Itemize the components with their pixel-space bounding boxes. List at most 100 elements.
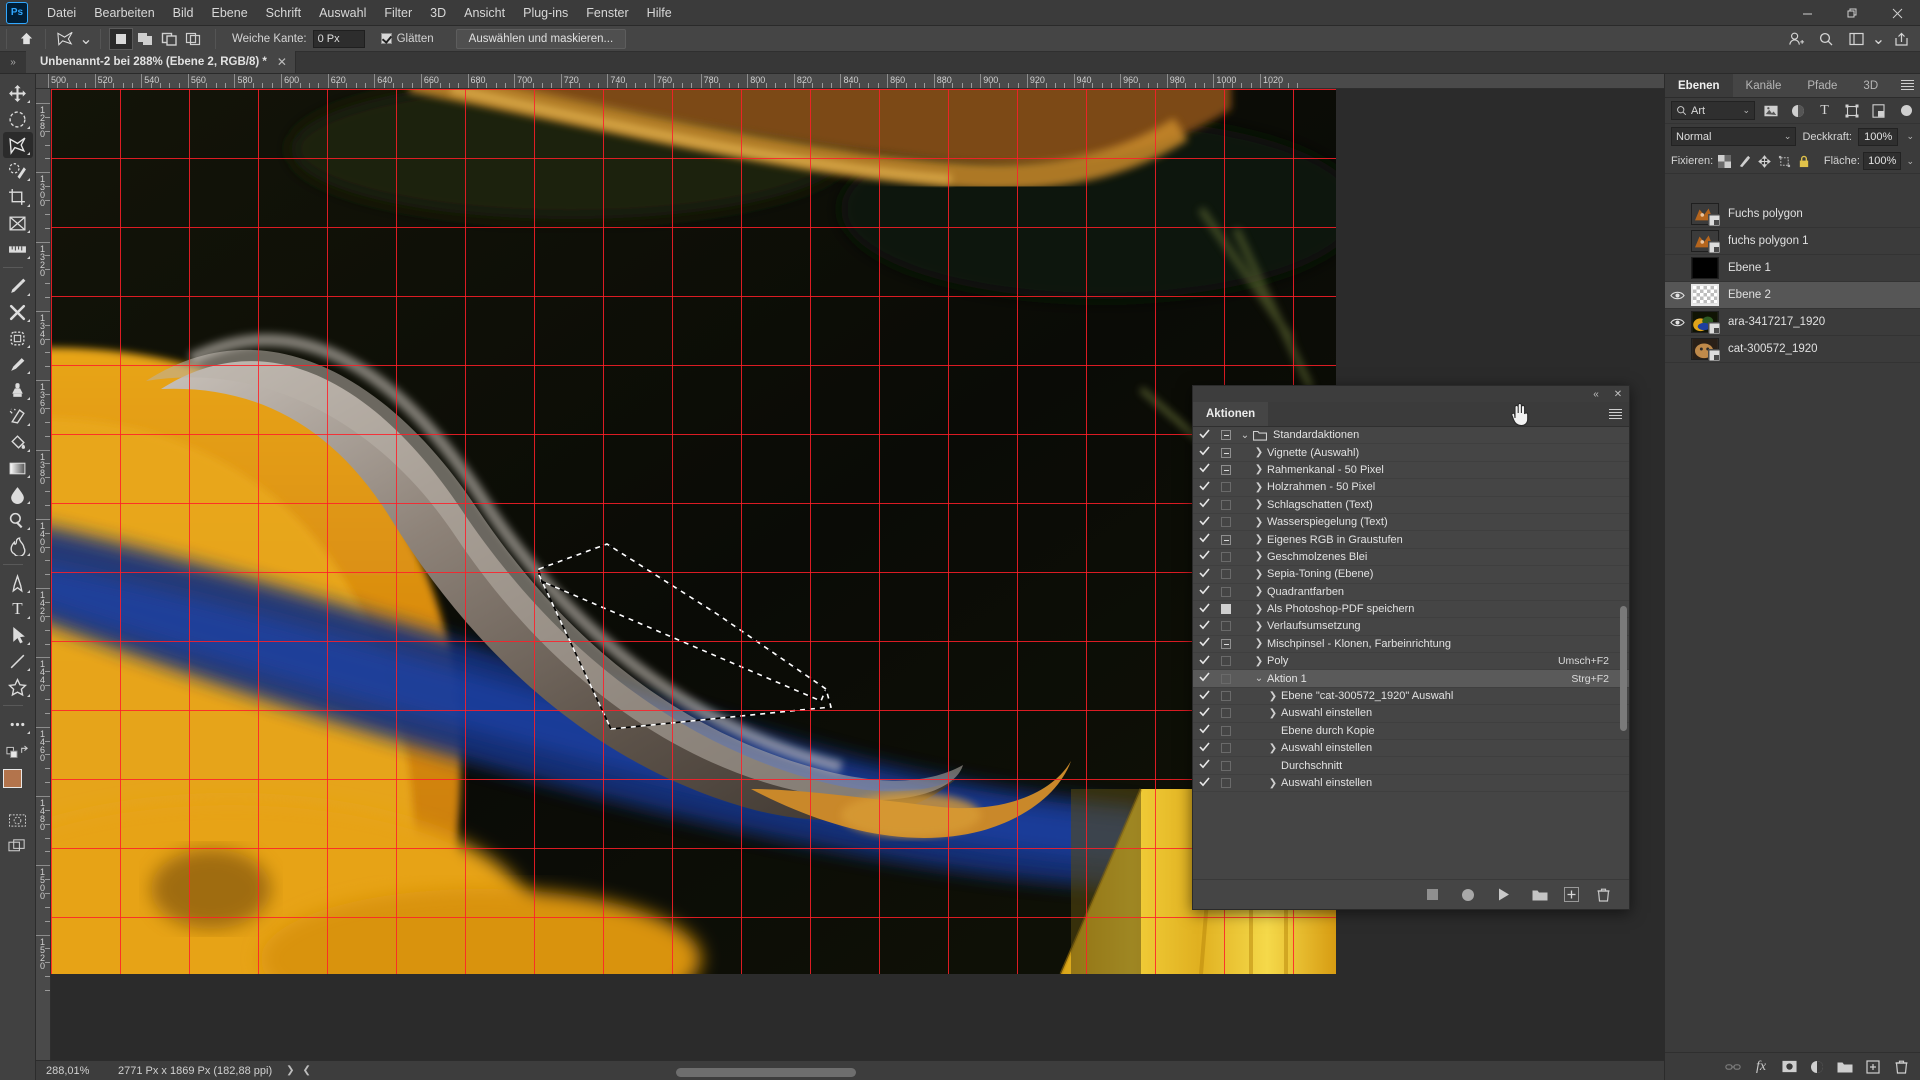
type-tool[interactable]: T <box>3 596 33 622</box>
fill-chevron-down-icon[interactable]: ⌄ <box>1906 156 1914 167</box>
action-disclosure-triangle-icon[interactable]: ❯ <box>1251 534 1267 545</box>
chevron-down-icon[interactable]: ⌄ <box>1742 105 1750 116</box>
ruler-tool[interactable] <box>3 236 33 262</box>
action-modal-toggle[interactable] <box>1215 604 1237 615</box>
lock-position-icon[interactable] <box>1756 152 1773 171</box>
action-enabled-check-icon[interactable] <box>1193 585 1215 598</box>
blend-mode-select[interactable]: Normal ⌄ <box>1671 127 1797 146</box>
layer-row[interactable]: cat-300572_1920 <box>1665 336 1920 363</box>
action-row[interactable]: ❯ Mischpinsel - Klonen, Farbeinrichtung <box>1193 636 1629 654</box>
panel-menu-icon[interactable] <box>1609 409 1622 420</box>
layer-name[interactable]: Ebene 1 <box>1728 262 1771 274</box>
minimize-button[interactable] <box>1785 0 1830 26</box>
line-tool[interactable] <box>3 648 33 674</box>
action-disclosure-triangle-icon[interactable]: ⌄ <box>1237 430 1253 441</box>
layer-visibility-eye-icon[interactable] <box>1665 201 1689 228</box>
layer-visibility-eye-icon[interactable] <box>1665 336 1689 363</box>
action-row[interactable]: ❯ Quadrantfarben <box>1193 584 1629 601</box>
record-icon[interactable] <box>1456 884 1480 906</box>
eraser-tool[interactable] <box>3 403 33 429</box>
pixel-filter-icon[interactable] <box>1759 101 1782 121</box>
action-modal-toggle[interactable] <box>1215 656 1237 667</box>
burn-tool[interactable] <box>3 533 33 559</box>
chevron-down-icon[interactable]: ⌄ <box>1784 131 1792 142</box>
action-enabled-check-icon[interactable] <box>1193 429 1215 442</box>
action-enabled-check-icon[interactable] <box>1193 533 1215 546</box>
action-row[interactable]: ❯ Verlaufsumsetzung <box>1193 618 1629 636</box>
modal-control-box[interactable] <box>1221 447 1231 458</box>
tab-pfade[interactable]: Pfade <box>1794 74 1850 97</box>
modal-control-box[interactable] <box>1221 725 1231 736</box>
action-disclosure-triangle-icon[interactable]: ❯ <box>1265 743 1281 754</box>
layer-thumbnail[interactable] <box>1691 284 1719 306</box>
layer-visibility-eye-icon[interactable] <box>1665 228 1689 255</box>
vertical-ruler[interactable]: 1 2 8 0 1 3 0 0 1 3 2 0 1 3 4 0 1 3 6 0 1 3 8… <box>36 89 51 1060</box>
modal-control-box[interactable] <box>1221 621 1231 632</box>
workspace-icon[interactable] <box>1841 28 1871 50</box>
tab-ebenen[interactable]: Ebenen <box>1665 74 1733 97</box>
menu-item-plug-ins[interactable]: Plug-ins <box>514 3 577 23</box>
status-prev-arrow-icon[interactable]: ❮ <box>303 1065 311 1076</box>
action-enabled-check-icon[interactable] <box>1193 707 1215 720</box>
path-selection-tool[interactable] <box>3 622 33 648</box>
action-disclosure-triangle-icon[interactable]: ❯ <box>1251 517 1267 528</box>
play-icon[interactable] <box>1492 884 1516 906</box>
image-artboard[interactable] <box>51 89 1336 974</box>
menu-item-bild[interactable]: Bild <box>164 3 203 23</box>
action-modal-toggle[interactable] <box>1215 569 1237 580</box>
menu-item-filter[interactable]: Filter <box>375 3 421 23</box>
tab-3d[interactable]: 3D <box>1850 74 1891 97</box>
paint-bucket-tool[interactable] <box>3 429 33 455</box>
clone-stamp-tool[interactable] <box>3 377 33 403</box>
menu-item-auswahl[interactable]: Auswahl <box>310 3 375 23</box>
tab-kanäle[interactable]: Kanäle <box>1733 74 1795 97</box>
polygonal-lasso-tool-icon[interactable] <box>52 28 78 50</box>
modal-control-box[interactable] <box>1221 586 1231 597</box>
menu-item-ansicht[interactable]: Ansicht <box>455 3 514 23</box>
layer-row[interactable]: ara-3417217_1920 <box>1665 309 1920 336</box>
layer-name[interactable]: cat-300572_1920 <box>1728 343 1818 355</box>
quick-mask-icon[interactable] <box>3 807 33 833</box>
layer-visibility-eye-icon[interactable] <box>1665 309 1689 336</box>
screen-mode-icon[interactable] <box>3 833 33 859</box>
close-button[interactable] <box>1875 0 1920 26</box>
layer-row[interactable]: Ebene 1 <box>1665 255 1920 282</box>
swap-colors-icon[interactable] <box>3 739 33 765</box>
select-and-mask-button[interactable]: Auswählen und maskieren... <box>455 28 627 49</box>
menu-item-datei[interactable]: Datei <box>38 3 85 23</box>
new-set-icon[interactable] <box>1528 884 1552 906</box>
action-disclosure-triangle-icon[interactable]: ❯ <box>1251 621 1267 632</box>
action-enabled-check-icon[interactable] <box>1193 550 1215 563</box>
home-icon[interactable] <box>13 28 39 50</box>
action-enabled-check-icon[interactable] <box>1193 690 1215 703</box>
add-to-selection-button[interactable] <box>133 28 157 50</box>
modal-control-box[interactable] <box>1221 569 1231 580</box>
action-modal-toggle[interactable] <box>1215 778 1237 788</box>
action-disclosure-triangle-icon[interactable]: ❯ <box>1251 482 1267 493</box>
intersect-selection-button[interactable] <box>181 28 205 50</box>
action-enabled-check-icon[interactable] <box>1193 655 1215 668</box>
action-row[interactable]: ❯ Holzrahmen - 50 Pixel <box>1193 479 1629 497</box>
layer-name[interactable]: fuchs polygon 1 <box>1728 235 1809 247</box>
delete-layer-icon[interactable] <box>1888 1055 1914 1079</box>
action-modal-toggle[interactable] <box>1215 551 1237 562</box>
patch-tool[interactable] <box>3 325 33 351</box>
action-enabled-check-icon[interactable] <box>1193 759 1215 772</box>
action-row[interactable]: Ebene durch Kopie <box>1193 723 1629 741</box>
canvas-area[interactable] <box>51 89 1920 1060</box>
action-modal-toggle[interactable] <box>1215 499 1237 510</box>
action-enabled-check-icon[interactable] <box>1193 481 1215 494</box>
action-modal-toggle[interactable] <box>1215 482 1237 493</box>
close-icon[interactable]: ✕ <box>1611 389 1625 400</box>
action-row[interactable]: ❯ Schlagschatten (Text) <box>1193 497 1629 514</box>
action-row[interactable]: ❯ Poly Umsch+F2 <box>1193 653 1629 671</box>
layer-thumbnail[interactable] <box>1691 203 1721 227</box>
action-modal-toggle[interactable] <box>1215 708 1237 719</box>
action-disclosure-triangle-icon[interactable]: ❯ <box>1251 656 1267 667</box>
action-disclosure-triangle-icon[interactable]: ❯ <box>1265 708 1281 719</box>
quick-selection-tool[interactable] <box>3 158 33 184</box>
action-disclosure-triangle-icon[interactable]: ❯ <box>1251 551 1267 562</box>
action-row[interactable]: ❯ Auswahl einstellen <box>1193 705 1629 723</box>
more-tools[interactable] <box>3 711 33 737</box>
foreground-color-swatch[interactable] <box>2 769 22 788</box>
